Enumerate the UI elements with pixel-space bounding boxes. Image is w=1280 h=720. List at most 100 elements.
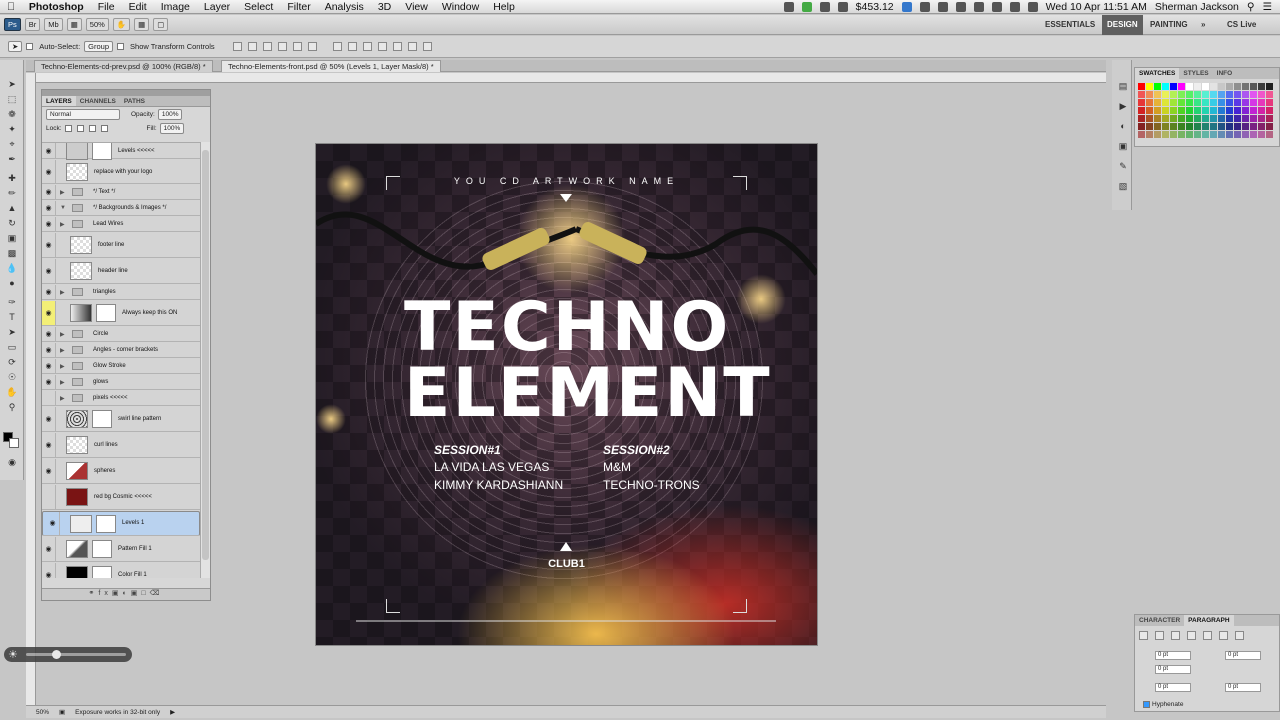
color-swatch[interactable] bbox=[1154, 123, 1161, 130]
color-swatch[interactable] bbox=[1210, 131, 1217, 138]
background-color-swatch[interactable] bbox=[9, 438, 19, 448]
clone-source-panel-icon[interactable]: ▧ bbox=[1116, 180, 1130, 192]
visibility-eye-icon[interactable]: ◉ bbox=[42, 217, 56, 231]
cs-live-button[interactable]: CS Live bbox=[1222, 15, 1261, 35]
color-swatch[interactable] bbox=[1138, 99, 1145, 106]
marquee-tool-icon[interactable]: ⬚ bbox=[5, 93, 19, 105]
color-swatch[interactable] bbox=[1234, 115, 1241, 122]
color-swatch[interactable] bbox=[1266, 123, 1273, 130]
list-icon[interactable]: ☰ bbox=[1263, 1, 1272, 13]
color-swatch[interactable] bbox=[1250, 91, 1257, 98]
clock-icon[interactable] bbox=[955, 2, 966, 12]
color-swatch[interactable] bbox=[1210, 107, 1217, 114]
visibility-eye-icon[interactable]: ◉ bbox=[42, 285, 56, 299]
clone-stamp-tool-icon[interactable]: ▲ bbox=[5, 202, 19, 214]
new-layer-icon[interactable]: □ bbox=[141, 590, 149, 597]
color-swatch[interactable] bbox=[1210, 99, 1217, 106]
menubar-user[interactable]: Sherman Jackson bbox=[1155, 1, 1239, 13]
hyphenate-checkbox[interactable] bbox=[1143, 701, 1150, 708]
battery-icon[interactable] bbox=[1027, 2, 1038, 12]
zoom-tool-icon[interactable]: ⚲ bbox=[5, 401, 19, 413]
visibility-eye-icon[interactable]: ◉ bbox=[42, 359, 56, 373]
color-swatch[interactable] bbox=[1186, 115, 1193, 122]
status-export-icon[interactable]: ▣ bbox=[59, 708, 65, 716]
tab-character[interactable]: CHARACTER bbox=[1135, 615, 1184, 626]
hand-tool-icon[interactable]: ✋ bbox=[112, 18, 131, 31]
tab-techno-elements-front[interactable]: Techno-Elements-front.psd @ 50% (Levels … bbox=[221, 60, 441, 72]
layer-group-row[interactable]: ◉ ▶ */ Text */ bbox=[42, 185, 200, 200]
slider-track[interactable] bbox=[26, 653, 126, 656]
color-swatch[interactable] bbox=[1194, 107, 1201, 114]
status-icon[interactable] bbox=[919, 2, 930, 12]
color-swatch[interactable] bbox=[1194, 115, 1201, 122]
color-swatch[interactable] bbox=[1146, 123, 1153, 130]
color-swatch[interactable] bbox=[1226, 107, 1233, 114]
wifi-icon[interactable] bbox=[991, 2, 1002, 12]
color-swatch[interactable] bbox=[1234, 91, 1241, 98]
color-swatch[interactable] bbox=[1266, 99, 1273, 106]
layer-row-selected[interactable]: ◉ Levels 1 bbox=[42, 511, 200, 536]
layer-style-icon[interactable]: fx bbox=[98, 590, 111, 597]
color-swatch[interactable] bbox=[1250, 131, 1257, 138]
path-selection-tool-icon[interactable]: ➤ bbox=[5, 326, 19, 338]
arrange-documents-button[interactable]: ▦ bbox=[134, 18, 150, 31]
brush-panel-icon[interactable]: ✎ bbox=[1116, 160, 1130, 172]
color-swatch[interactable] bbox=[1146, 107, 1153, 114]
layer-group-row[interactable]: ◉ ▶ Circle bbox=[42, 327, 200, 342]
color-swatch[interactable] bbox=[1218, 115, 1225, 122]
visibility-eye-icon[interactable]: ◉ bbox=[42, 375, 56, 389]
color-swatch[interactable] bbox=[1242, 83, 1249, 90]
layer-row[interactable]: ◉ footer line bbox=[42, 233, 200, 258]
color-swatch[interactable] bbox=[1178, 123, 1185, 130]
blur-tool-icon[interactable]: 💧 bbox=[5, 262, 19, 274]
layer-row[interactable]: ◉ Color Fill 1 bbox=[42, 563, 200, 578]
tab-info[interactable]: INFO bbox=[1213, 68, 1237, 79]
collapse-arrow-icon[interactable]: ▶ bbox=[60, 395, 68, 402]
link-layers-icon[interactable]: ⚭ bbox=[89, 590, 99, 597]
color-swatch[interactable] bbox=[1170, 91, 1177, 98]
menu-image[interactable]: Image bbox=[154, 1, 197, 13]
color-swatch[interactable] bbox=[1202, 91, 1209, 98]
visibility-eye-icon[interactable]: ◉ bbox=[42, 233, 56, 257]
visibility-eye-icon[interactable]: ◉ bbox=[42, 201, 56, 215]
status-icon[interactable] bbox=[783, 2, 794, 12]
color-swatch[interactable] bbox=[1250, 107, 1257, 114]
distribute-right-icon[interactable] bbox=[407, 42, 417, 51]
color-swatch[interactable] bbox=[1162, 131, 1169, 138]
color-swatch[interactable] bbox=[1162, 99, 1169, 106]
tab-channels[interactable]: CHANNELS bbox=[76, 96, 120, 106]
quick-select-tool-icon[interactable]: ✦ bbox=[5, 123, 19, 135]
collapse-arrow-icon[interactable]: ▶ bbox=[60, 363, 68, 370]
3d-rotate-tool-icon[interactable]: ⟳ bbox=[5, 356, 19, 368]
history-brush-tool-icon[interactable]: ↻ bbox=[5, 217, 19, 229]
new-group-icon[interactable]: ▣ bbox=[131, 590, 142, 597]
collapse-arrow-icon[interactable]: ▶ bbox=[60, 347, 68, 354]
screen-mode-button[interactable]: ▢ bbox=[153, 18, 169, 31]
color-swatch[interactable] bbox=[1234, 107, 1241, 114]
spotlight-icon[interactable]: ⚲ bbox=[1247, 1, 1255, 13]
crop-tool-icon[interactable]: ⌖ bbox=[5, 138, 19, 150]
color-swatch[interactable] bbox=[1186, 123, 1193, 130]
move-tool-icon[interactable]: ➤ bbox=[5, 78, 19, 90]
visibility-eye-icon[interactable]: ◉ bbox=[42, 259, 56, 283]
color-swatch[interactable] bbox=[1170, 83, 1177, 90]
color-swatch[interactable] bbox=[1146, 83, 1153, 90]
color-swatch[interactable] bbox=[1250, 123, 1257, 130]
align-left-icon[interactable] bbox=[277, 42, 287, 51]
layer-row[interactable]: ◉ spheres bbox=[42, 459, 200, 484]
color-swatch[interactable] bbox=[1234, 99, 1241, 106]
blend-mode-select[interactable]: Normal bbox=[46, 108, 120, 120]
workspace-essentials[interactable]: ESSENTIALS bbox=[1040, 15, 1100, 35]
color-swatch[interactable] bbox=[1170, 123, 1177, 130]
lock-transparency-icon[interactable] bbox=[64, 124, 72, 132]
distribute-hcenter-icon[interactable] bbox=[392, 42, 402, 51]
actions-panel-icon[interactable]: ▶ bbox=[1116, 100, 1130, 112]
color-swatch[interactable] bbox=[1178, 91, 1185, 98]
visibility-eye-icon[interactable]: ◉ bbox=[46, 512, 60, 535]
color-swatch[interactable] bbox=[1194, 131, 1201, 138]
color-swatch[interactable] bbox=[1138, 107, 1145, 114]
color-swatch[interactable] bbox=[1138, 91, 1145, 98]
auto-align-icon[interactable] bbox=[422, 42, 432, 51]
tab-techno-elements-cd-prev[interactable]: Techno-Elements-cd-prev.psd @ 100% (RGB/… bbox=[34, 60, 213, 72]
menu-select[interactable]: Select bbox=[237, 1, 280, 13]
